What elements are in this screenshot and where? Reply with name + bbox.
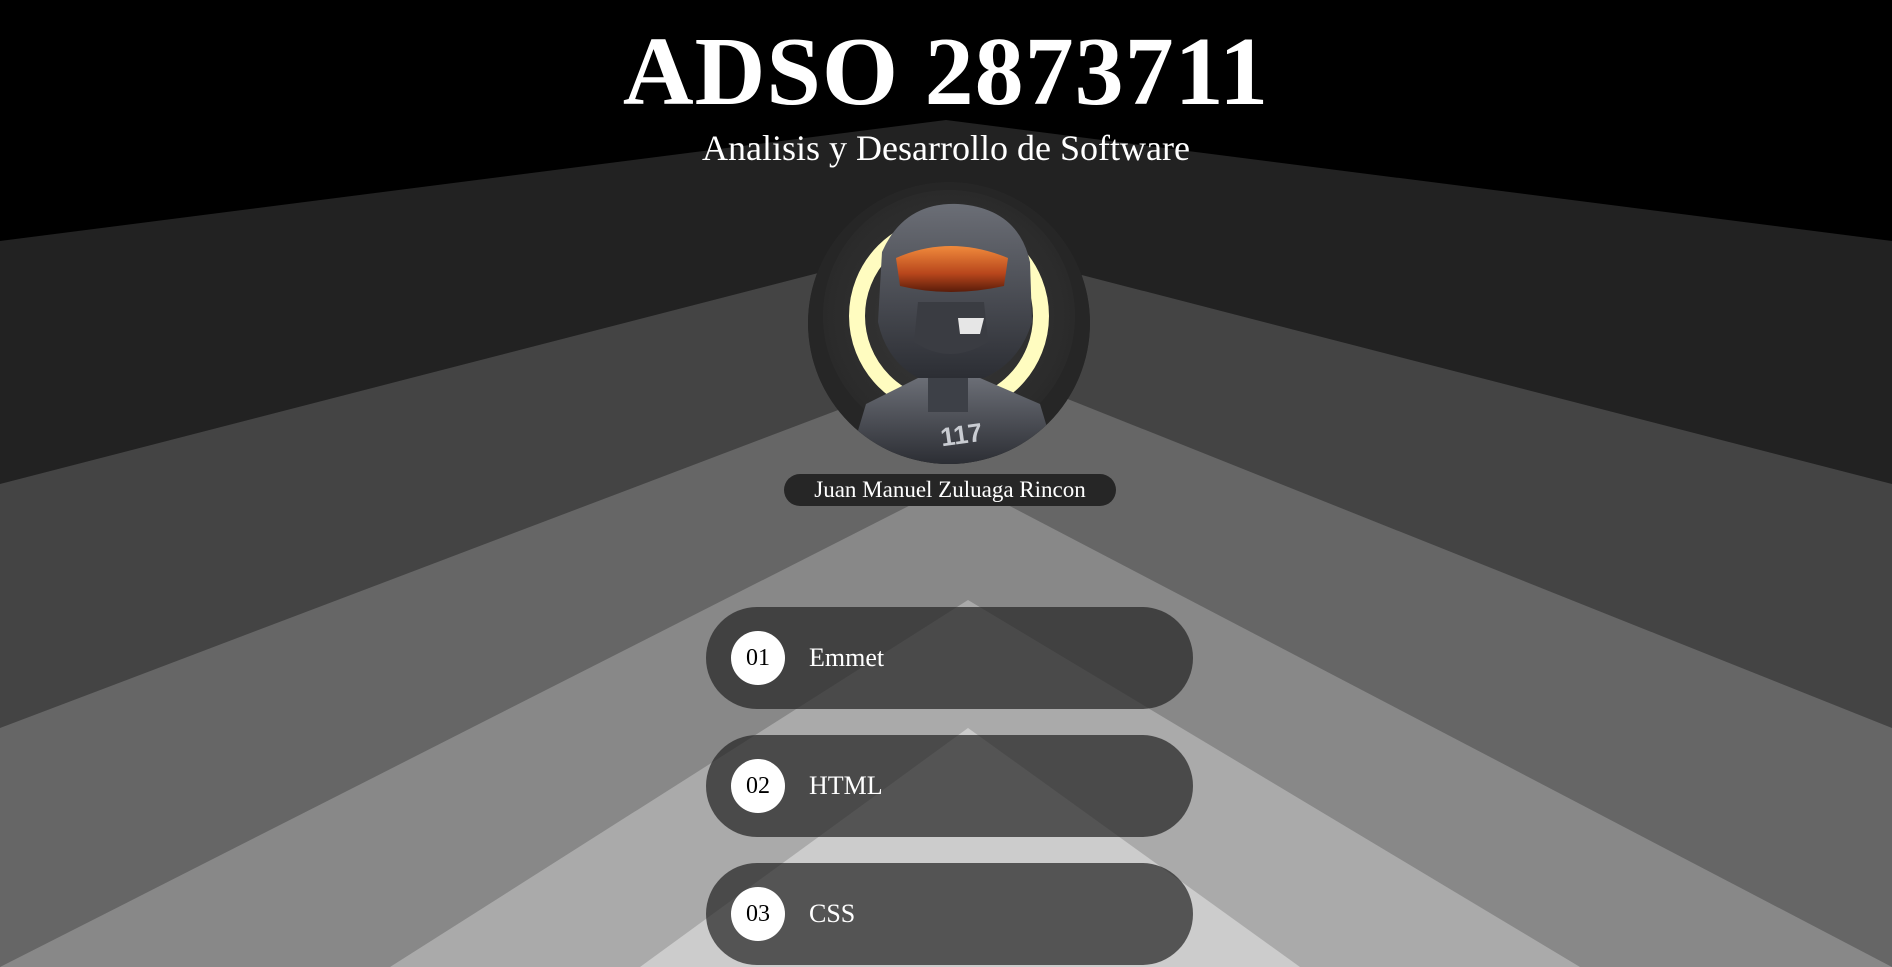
menu-item-emmet[interactable]: 01 Emmet [706,607,1193,709]
menu-item-label: CSS [809,899,856,928]
avatar: 117 [808,182,1090,464]
helmet-avatar-image: 117 [808,182,1090,464]
profile-name: Juan Manuel Zuluaga Rincon [784,474,1116,506]
menu-item-css[interactable]: 03 CSS [706,863,1193,965]
menu-item-number: 03 [731,887,785,941]
menu-item-label: HTML [809,771,883,800]
menu-item-number: 01 [731,631,785,685]
page-subtitle: Analisis y Desarrollo de Software [702,128,1190,168]
armor-number: 117 [939,417,985,453]
menu-item-number: 02 [731,759,785,813]
menu-item-html[interactable]: 02 HTML [706,735,1193,837]
page-title: ADSO 2873711 [622,18,1270,126]
menu-item-label: Emmet [809,643,885,672]
page: ADSO 2873711 Analisis y Desarrollo de So… [0,0,1892,967]
